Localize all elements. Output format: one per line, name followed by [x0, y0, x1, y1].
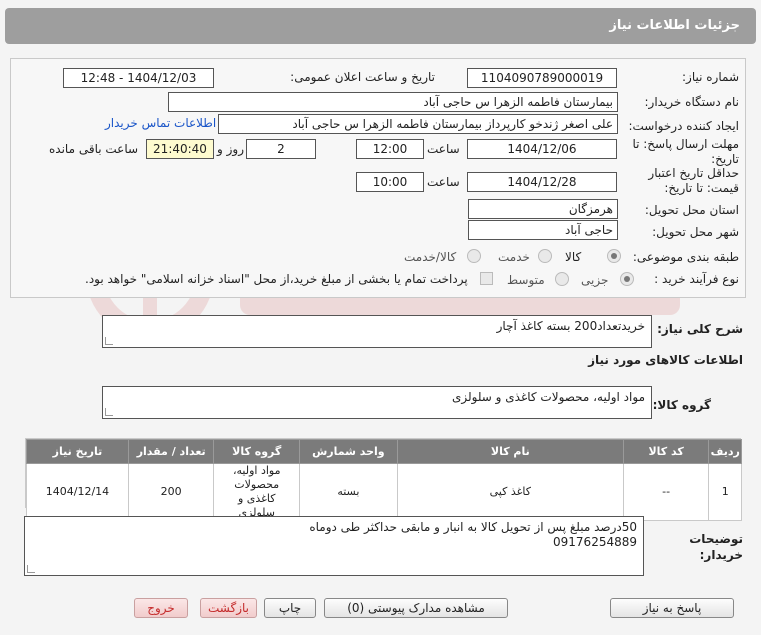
print-button[interactable]: چاپ [264, 598, 316, 618]
process-minor-radio[interactable] [620, 272, 634, 286]
table-row: 1 -- کاغذ کپی بسته مواد اولیه، محصولات ک… [26, 463, 742, 521]
need-number-field: 1104090789000019 [467, 68, 617, 88]
city-label: شهر محل تحویل: [652, 225, 739, 239]
province-label: استان محل تحویل: [644, 203, 739, 217]
buyer-notes-line-2: 09176254889 [553, 535, 637, 549]
announce-datetime-label: تاریخ و ساعت اعلان عمومی: [290, 70, 435, 84]
col-name: نام کالا [396, 439, 624, 464]
validity-time-field: 10:00 [356, 172, 424, 192]
summary-text: خریدتعداد200 بسته کاغذ آچار [496, 319, 645, 333]
buyer-notes-line-1: 50درصد مبلغ پس از تحویل کالا به انبار و … [309, 520, 637, 534]
deadline-time-field: 12:00 [356, 139, 424, 159]
city-field: حاجی آباد [468, 220, 618, 240]
process-medium-radio[interactable] [555, 272, 569, 286]
reply-button[interactable]: پاسخ به نیاز [610, 598, 734, 618]
goods-section-title: اطلاعات کالاهای مورد نیاز [588, 353, 743, 367]
buyer-org-label: نام دستگاه خریدار: [644, 95, 740, 109]
province-field: هرمزگان [468, 199, 618, 219]
goods-group-text: مواد اولیه، محصولات کاغذی و سلولزی [451, 390, 645, 404]
buyer-org-field: بیمارستان فاطمه الزهرا س حاجی آباد [168, 92, 618, 112]
col-qty: تعداد / مقدار [127, 439, 215, 464]
category-goods-label: کالا [565, 250, 582, 264]
days-remaining-field: 2 [246, 139, 316, 159]
col-unit: واحد شمارش [299, 439, 398, 464]
deadline-time-label: ساعت [427, 142, 460, 156]
buyer-notes-label-2: خریدار: [699, 548, 743, 562]
goods-table-container: ردیف کد کالا نام کالا واحد شمارش گروه کا… [25, 438, 742, 521]
validity-time-label: ساعت [427, 175, 460, 189]
remaining-time-field: 21:40:40 [146, 139, 214, 159]
resize-grip-icon[interactable] [105, 337, 113, 345]
goods-table: ردیف کد کالا نام کالا واحد شمارش گروه کا… [26, 439, 742, 521]
cell-date: 1404/12/14 [26, 463, 129, 521]
col-date: تاریخ نیاز [26, 439, 129, 464]
days-label: روز و [217, 142, 244, 156]
category-label: طبقه بندی موضوعی: [632, 250, 739, 264]
buyer-notes-field: 50درصد مبلغ پس از تحویل کالا به انبار و … [24, 516, 644, 576]
creator-label: ایجاد کننده درخواست: [628, 119, 739, 133]
goods-group-label: گروه کالا: [652, 398, 711, 412]
attachments-button[interactable]: مشاهده مدارک پیوستی (0) [324, 598, 508, 618]
category-service-label: خدمت [498, 250, 530, 264]
resize-grip-icon[interactable] [105, 408, 113, 416]
category-both-label: کالا/خدمت [404, 250, 457, 264]
need-number-label: شماره نیاز: [682, 70, 739, 84]
col-row: ردیف [708, 439, 742, 464]
back-button[interactable]: بازگشت [200, 598, 257, 618]
deadline-label: مهلت ارسال پاسخ: تا [632, 137, 739, 151]
cell-qty: 200 [127, 463, 215, 521]
cell-name: کاغذ کپی [396, 463, 624, 521]
remaining-time-label: ساعت باقی مانده [49, 142, 139, 156]
validity-label-2: قیمت: تا تاریخ: [664, 181, 739, 195]
deadline-date-field: 1404/12/06 [467, 139, 617, 159]
cell-unit: بسته [299, 463, 398, 521]
treasury-payment-checkbox[interactable] [480, 272, 493, 285]
buyer-notes-label: توضیحات [689, 532, 743, 546]
process-minor-label: جزیی [581, 273, 609, 287]
process-medium-label: متوسط [507, 273, 545, 287]
summary-label: شرح کلی نیاز: [657, 322, 743, 336]
cell-code: -- [622, 463, 710, 521]
category-service-radio[interactable] [538, 249, 552, 263]
process-label: نوع فرآیند خرید : [654, 272, 739, 286]
cell-group: مواد اولیه، محصولات کاغذی و سلولزی [213, 463, 300, 521]
announce-datetime-field: 1404/12/03 - 12:48 [63, 68, 214, 88]
exit-button[interactable]: خروج [134, 598, 188, 618]
summary-field: خریدتعداد200 بسته کاغذ آچار [102, 315, 652, 348]
validity-date-field: 1404/12/28 [467, 172, 617, 192]
resize-grip-icon[interactable] [27, 565, 35, 573]
cell-row: 1 [708, 463, 742, 521]
validity-label: حداقل تاریخ اعتبار [648, 166, 739, 180]
col-group: گروه کالا [213, 439, 300, 464]
treasury-payment-note: پرداخت تمام یا بخشی از مبلغ خرید،از محل … [85, 272, 468, 286]
page-title: جزئیات اطلاعات نیاز [5, 8, 756, 44]
col-code: کد کالا [622, 439, 710, 464]
creator-field: علی اصغر ژندخو کارپرداز بیمارستان فاطمه … [218, 114, 618, 134]
buyer-contact-link[interactable]: اطلاعات تماس خریدار [105, 116, 216, 130]
category-goods-radio[interactable] [607, 249, 621, 263]
goods-group-field: مواد اولیه، محصولات کاغذی و سلولزی [102, 386, 652, 419]
category-both-radio[interactable] [467, 249, 481, 263]
deadline-label-2: تاریخ: [711, 152, 739, 166]
